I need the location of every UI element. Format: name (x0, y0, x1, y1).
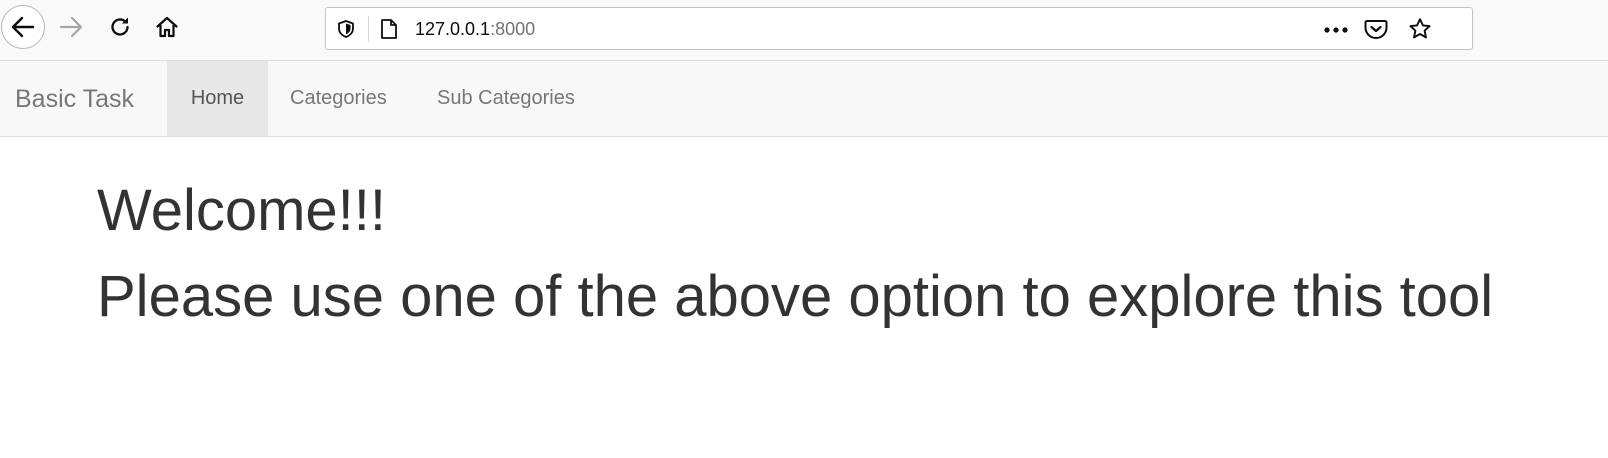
forward-button[interactable] (49, 5, 93, 49)
arrow-left-icon (11, 16, 35, 38)
app-navbar: Basic Task Home Categories Sub Categorie… (0, 61, 1608, 137)
pocket-icon[interactable] (1364, 18, 1388, 40)
back-button[interactable] (1, 5, 45, 49)
address-bar[interactable]: 127.0.0.1:8000 (325, 7, 1473, 50)
nav-item-home[interactable]: Home (167, 61, 268, 136)
browser-toolbar: 127.0.0.1:8000 (0, 0, 1608, 61)
shield-icon[interactable] (336, 19, 356, 39)
url-port: :8000 (490, 19, 536, 39)
address-bar-divider (368, 16, 369, 42)
star-icon[interactable] (1408, 17, 1432, 41)
ellipsis-icon[interactable] (1323, 26, 1349, 34)
reload-icon (111, 17, 129, 36)
url-host: 127.0.0.1 (415, 19, 491, 39)
navbar-brand[interactable]: Basic Task (15, 61, 134, 137)
home-button[interactable] (145, 5, 189, 49)
reload-button[interactable] (98, 5, 142, 49)
instruction-heading: Please use one of the above option to ex… (97, 264, 1494, 329)
home-icon (156, 16, 178, 38)
nav-item-sub-categories[interactable]: Sub Categories (437, 61, 575, 136)
nav-item-categories[interactable]: Categories (290, 61, 387, 136)
page-icon[interactable] (379, 18, 399, 40)
welcome-heading: Welcome!!! (97, 178, 387, 243)
url-text[interactable]: 127.0.0.1:8000 (415, 19, 535, 39)
arrow-right-icon (59, 16, 83, 38)
